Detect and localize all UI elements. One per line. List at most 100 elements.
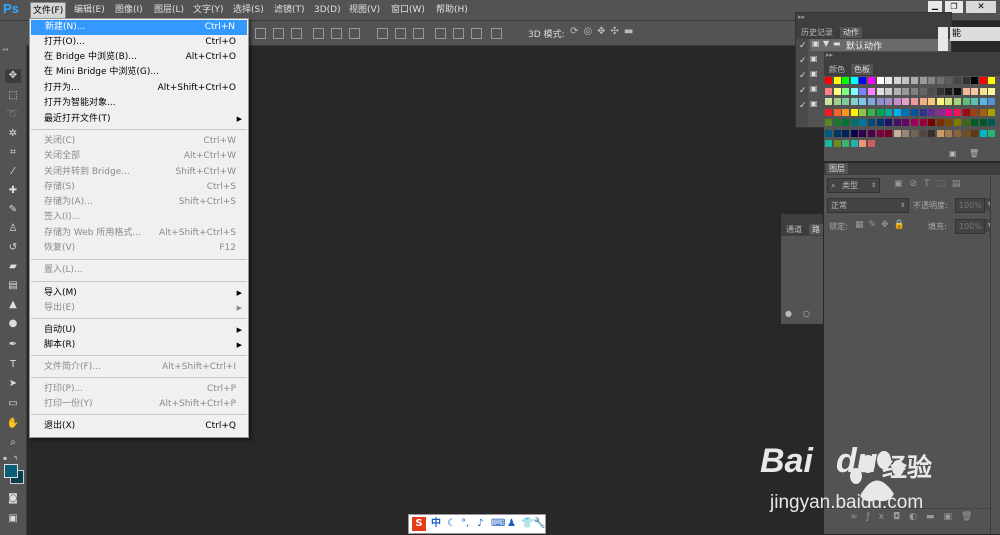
color-swatch[interactable] [825, 98, 832, 105]
tab-swatches[interactable]: 色板 [851, 64, 873, 75]
align-right-icon[interactable] [349, 28, 360, 39]
color-swatch[interactable] [842, 87, 850, 95]
menu-open[interactable]: 打开(O)... Ctrl+O [30, 35, 248, 50]
color-swatch[interactable] [893, 129, 901, 137]
color-swatch[interactable] [868, 129, 875, 137]
color-swatch[interactable] [971, 98, 979, 105]
color-swatch[interactable] [971, 108, 979, 116]
check-icon[interactable]: ✓ [799, 56, 807, 66]
color-swatch[interactable] [936, 98, 944, 105]
color-swatch[interactable] [902, 77, 910, 84]
color-swatch[interactable] [842, 119, 850, 126]
dialog-toggle-icon[interactable]: ▣ [810, 99, 818, 108]
color-swatch[interactable] [971, 77, 979, 84]
marquee-tool-icon[interactable]: ⬚ [5, 89, 21, 103]
layer-filter-select[interactable]: ⌕ 类型 ⇕ [827, 178, 880, 193]
color-swatch[interactable] [988, 119, 996, 126]
color-swatch[interactable] [859, 108, 867, 116]
color-swatch[interactable] [868, 98, 875, 105]
3d-mode-icons[interactable]: ⟳◎✥✣▬ [570, 26, 660, 40]
color-swatch[interactable] [885, 129, 893, 137]
hand-tool-icon[interactable]: ✋ [5, 417, 21, 431]
color-swatch[interactable] [979, 77, 987, 84]
color-swatch[interactable] [936, 77, 944, 84]
color-swatch[interactable] [833, 77, 841, 84]
color-swatch[interactable] [945, 98, 953, 105]
color-swatch[interactable] [893, 77, 901, 84]
check-icon[interactable]: ✓ [799, 71, 807, 81]
path-selection-icon[interactable]: ➤ [5, 377, 21, 391]
brush-tool-icon[interactable]: ✎ [5, 203, 21, 217]
color-swatch[interactable] [928, 108, 936, 116]
user-icon[interactable]: ♟ [507, 517, 516, 531]
color-swatch[interactable] [902, 119, 910, 126]
color-swatch[interactable] [936, 87, 944, 95]
swatch-grid[interactable] [824, 76, 1000, 148]
color-swatch[interactable] [833, 129, 841, 137]
color-swatch[interactable] [936, 119, 944, 126]
color-swatch[interactable] [945, 108, 953, 116]
color-swatch[interactable] [954, 98, 961, 105]
color-swatch[interactable] [825, 129, 832, 137]
opacity-input[interactable]: 100% [955, 198, 985, 213]
layer-filter-icons[interactable]: ▣⊘T⬚▤ [894, 179, 968, 189]
color-swatch[interactable] [988, 87, 996, 95]
color-swatch[interactable] [945, 77, 953, 84]
stroke-path-icon[interactable]: ○ [803, 309, 810, 318]
type-tool-icon[interactable]: T [5, 358, 21, 372]
sogou-logo-icon[interactable]: S [412, 517, 426, 531]
color-swatch[interactable] [876, 77, 884, 84]
color-swatch[interactable] [893, 87, 901, 95]
menu-recent-files[interactable]: 最近打开文件(T) ▶ [30, 112, 248, 127]
color-swatch[interactable] [859, 98, 867, 105]
pen-tool-icon[interactable]: ✒ [5, 338, 21, 352]
color-swatch[interactable] [928, 129, 936, 137]
color-swatch[interactable] [988, 129, 996, 137]
color-swatch[interactable] [919, 108, 927, 116]
menu-open-smart-object[interactable]: 打开为智能对象... [30, 96, 248, 111]
color-swatch[interactable] [954, 77, 961, 84]
menu-import[interactable]: 导入(M) ▶ [30, 286, 248, 301]
color-swatch[interactable] [902, 98, 910, 105]
fill-path-icon[interactable]: ● [785, 309, 792, 318]
color-swatch[interactable] [911, 108, 918, 116]
color-swatch[interactable] [928, 87, 936, 95]
dialog-toggle-icon[interactable]: ▣ [812, 39, 820, 48]
menu-new[interactable]: 新建(N)... Ctrl+N [31, 20, 247, 35]
align-vcenter-icon[interactable] [273, 28, 284, 39]
color-swatch[interactable] [962, 98, 970, 105]
color-swatch[interactable] [850, 119, 858, 126]
move-tool-icon[interactable]: ✥ [5, 69, 21, 83]
swap-colors-icon[interactable]: ↰ [13, 455, 21, 462]
dialog-toggle-icon[interactable]: ▣ [810, 54, 818, 63]
color-swatch[interactable] [962, 119, 970, 126]
color-swatch[interactable] [825, 108, 832, 116]
menu-view[interactable]: 视图(V) [347, 2, 382, 18]
color-swatch[interactable] [876, 98, 884, 105]
color-swatch[interactable] [868, 87, 875, 95]
menu-automate[interactable]: 自动(U) ▶ [30, 323, 248, 338]
color-swatch[interactable] [842, 108, 850, 116]
distribute-bottom-icon[interactable] [413, 28, 424, 39]
color-swatch[interactable] [911, 98, 918, 105]
color-swatch[interactable] [893, 98, 901, 105]
color-swatch[interactable] [842, 140, 850, 147]
tab-channels[interactable]: 通道 [783, 224, 805, 235]
color-swatch[interactable] [876, 119, 884, 126]
color-swatch[interactable] [979, 108, 987, 116]
color-swatch[interactable] [979, 119, 987, 126]
check-icon[interactable]: ✓ [799, 41, 807, 51]
color-swatch[interactable] [850, 98, 858, 105]
menu-window[interactable]: 窗口(W) [389, 2, 427, 18]
color-swatch[interactable] [954, 108, 961, 116]
color-swatch[interactable] [850, 129, 858, 137]
dodge-tool-icon[interactable]: ● [5, 317, 21, 331]
blur-tool-icon[interactable]: ▲ [5, 298, 21, 312]
color-swatch[interactable] [868, 140, 875, 147]
color-swatch[interactable] [911, 77, 918, 84]
lock-icons[interactable]: ▦✎✥🔒 [855, 220, 910, 230]
healing-brush-icon[interactable]: ✚ [5, 184, 21, 198]
distribute-vcenter-icon[interactable] [395, 28, 406, 39]
color-swatch[interactable] [988, 108, 996, 116]
menu-edit[interactable]: 编辑(E) [72, 2, 107, 18]
